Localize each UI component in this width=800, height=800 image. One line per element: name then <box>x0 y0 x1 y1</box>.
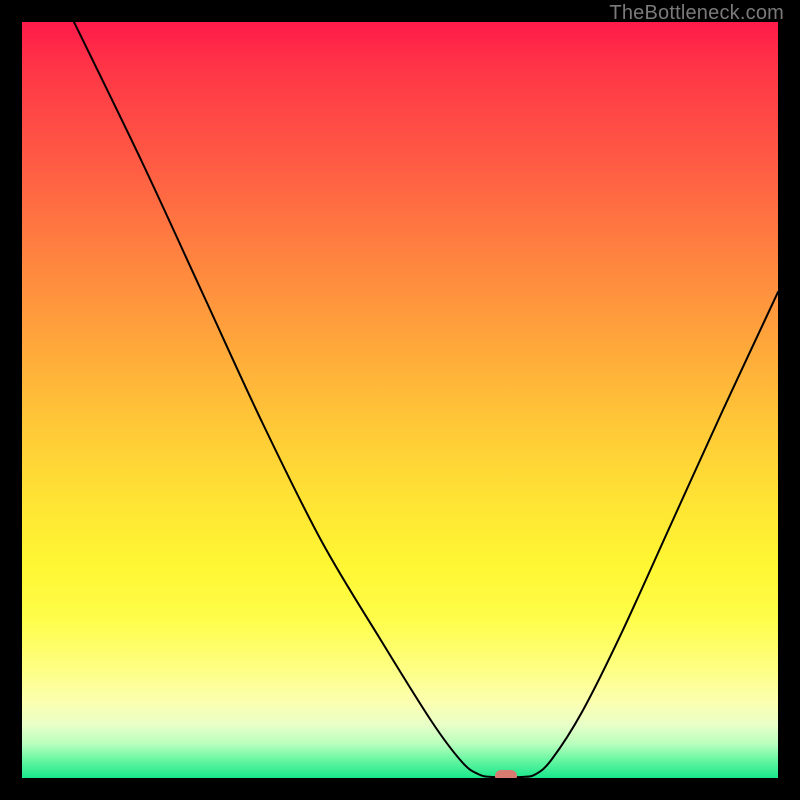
plot-area <box>22 22 778 778</box>
bottleneck-curve <box>22 22 778 778</box>
chart-frame: TheBottleneck.com <box>0 0 800 800</box>
optimum-marker <box>495 770 517 778</box>
